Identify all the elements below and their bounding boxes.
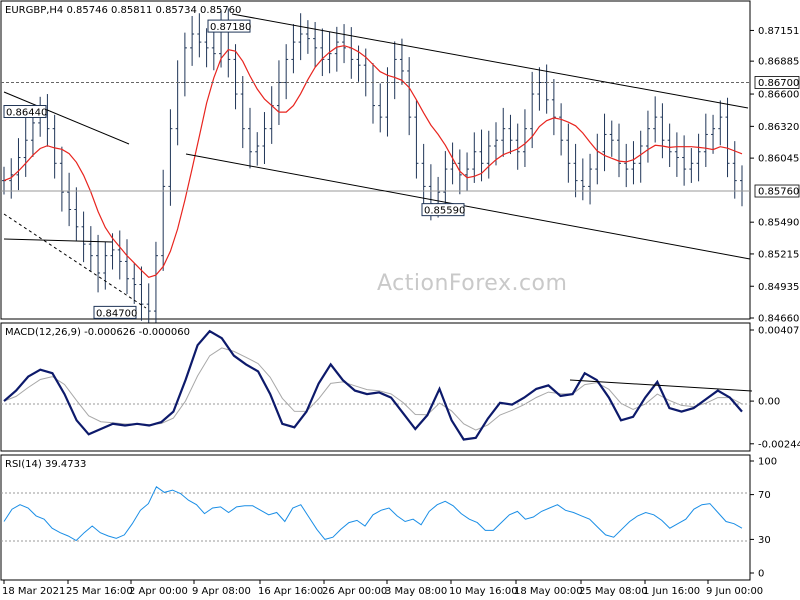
price-panel: EURGBP,H4 0.85746 0.85811 0.85734 0.8576… <box>0 0 800 330</box>
macd-title: MACD(12,26,9) -0.000626 -0.000060 <box>5 327 190 338</box>
price-annotation-label: 0.84700 <box>96 308 137 319</box>
rsi-panel-frame <box>0 454 751 581</box>
x-axis: 18 Mar 2021 25 Mar 16:002 Apr 00:00 9 Apr … <box>2 580 763 597</box>
price-y-tick-label: 0.86045 <box>758 154 799 165</box>
price-annotation: 0.87180 <box>207 19 251 33</box>
rsi-panel: RSI(14) 39.4733 100 70 30 0 <box>0 454 777 581</box>
x-tick-label: 18 May 00:00 <box>514 586 583 597</box>
price-annotation: 0.84700 <box>93 305 137 319</box>
symbol-header: EURGBP,H4 0.85746 0.85811 0.85734 0.8576… <box>5 5 241 16</box>
macd-panel-frame <box>0 322 751 452</box>
macd-y-tick-label: -0.002445 <box>758 439 800 450</box>
rsi-y-tick-label: 30 <box>758 535 771 546</box>
chart-canvas: EURGBP,H4 0.85746 0.85811 0.85734 0.8576… <box>0 0 800 597</box>
x-tick-label: 2 Apr 00:00 <box>129 586 188 597</box>
price-y-tick-label: 0.86885 <box>758 57 799 68</box>
price-y-axis: 0.87151 0.86885 0.86600 0.86320 0.86045 0.854… <box>750 26 799 325</box>
macd-panel: MACD(12,26,9) -0.000626 -0.000060 0.0040… <box>0 322 800 452</box>
x-tick-label: 1 Jun 16:00 <box>643 586 700 597</box>
price-annotation-label: 0.85590 <box>424 206 465 217</box>
price-y-tick-label: 0.85490 <box>758 218 799 229</box>
current-price-label: 0.85760 <box>758 187 799 198</box>
price-y-tick-label: 0.86600 <box>758 90 799 101</box>
price-panel-frame <box>0 0 751 320</box>
price-annotation-label: 0.87180 <box>210 22 251 33</box>
macd-y-tick-label: 0.004071 <box>758 325 800 336</box>
dashed-level-label: 0.86700 <box>758 78 799 89</box>
x-tick-label: 10 May 16:00 <box>449 586 518 597</box>
rsi-y-axis: 100 70 30 0 <box>750 457 777 580</box>
rsi-title: RSI(14) 39.4733 <box>5 459 86 470</box>
x-tick-label: 9 Jun 00:00 <box>706 586 763 597</box>
rsi-y-tick-label: 0 <box>758 569 764 580</box>
x-tick-label: 18 Mar 2021 <box>2 586 65 597</box>
price-y-tick-label: 0.84935 <box>758 282 799 293</box>
price-y-tick-label: 0.84660 <box>758 314 799 325</box>
dashed-level-badge: 0.86700 <box>754 76 800 89</box>
price-y-tick-label: 0.87151 <box>758 26 799 37</box>
price-annotation-label: 0.86440 <box>6 108 47 119</box>
price-y-tick-label: 0.86320 <box>758 122 799 133</box>
x-tick-label: 3 May 08:00 <box>385 586 447 597</box>
price-annotation: 0.86440 <box>3 105 47 119</box>
x-tick-label: 16 Apr 16:00 <box>258 586 323 597</box>
x-tick-label: 26 Apr 00:00 <box>322 586 387 597</box>
macd-y-axis: 0.004071 0.00 -0.002445 <box>750 325 800 450</box>
x-tick-label: 25 Mar 16:00 <box>66 586 133 597</box>
rsi-y-tick-label: 70 <box>758 490 771 501</box>
current-price-badge: 0.85760 <box>754 184 800 198</box>
price-y-tick-label: 0.85215 <box>758 249 799 260</box>
x-tick-label: 9 Apr 08:00 <box>192 586 251 597</box>
macd-y-tick-label: 0.00 <box>758 397 780 408</box>
watermark: ActionForex.com <box>377 271 567 296</box>
x-tick-label: 25 May 08:00 <box>579 586 648 597</box>
rsi-y-tick-label: 100 <box>758 457 777 468</box>
price-annotation: 0.85590 <box>421 203 465 217</box>
